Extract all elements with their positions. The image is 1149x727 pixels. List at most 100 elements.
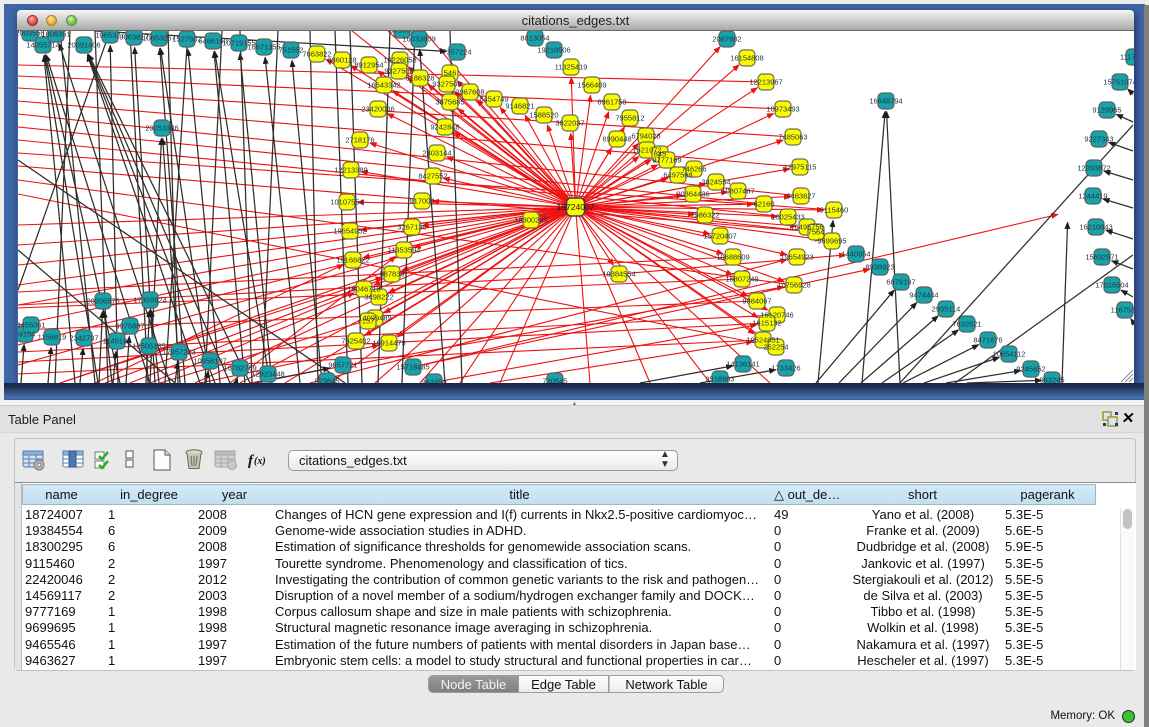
svg-text:62160: 62160 [754, 200, 775, 209]
svg-text:6497568: 6497568 [663, 171, 692, 180]
svg-text:18300295: 18300295 [514, 216, 547, 225]
svg-text:12213389: 12213389 [334, 166, 367, 175]
svg-text:8912954: 8912954 [354, 61, 383, 70]
svg-text:23420046: 23420046 [361, 105, 394, 114]
svg-text:9699695: 9699695 [817, 237, 846, 246]
svg-text:19166822: 19166822 [336, 256, 369, 265]
svg-text:15751074: 15751074 [1103, 78, 1134, 87]
svg-text:15807249: 15807249 [725, 275, 758, 284]
svg-text:16033809: 16033809 [402, 35, 435, 44]
svg-text:12923448: 12923448 [251, 370, 284, 379]
svg-text:917004: 917004 [409, 197, 434, 206]
svg-text:18724007: 18724007 [557, 202, 595, 212]
svg-text:10653267: 10653267 [142, 34, 175, 43]
svg-text:9242848: 9242848 [430, 123, 459, 132]
svg-text:3822037: 3822037 [555, 119, 584, 128]
svg-text:8427552: 8427552 [418, 172, 447, 181]
svg-text:4455061: 4455061 [18, 321, 46, 330]
svg-text:8813054: 8813054 [520, 34, 549, 43]
svg-text:39154: 39154 [18, 330, 35, 339]
svg-text:9245652: 9245652 [1016, 365, 1045, 374]
svg-text:3875685: 3875685 [435, 98, 464, 107]
svg-text:9463627: 9463627 [786, 192, 815, 201]
svg-text:1806351: 1806351 [41, 31, 70, 39]
svg-text:(x): (x) [254, 456, 266, 467]
svg-text:6961758: 6961758 [597, 98, 626, 107]
svg-text:7986322: 7986322 [690, 211, 719, 220]
svg-text:10025433: 10025433 [771, 213, 804, 222]
svg-text:29053346: 29053346 [145, 124, 178, 133]
svg-text:2803144: 2803144 [422, 149, 451, 158]
svg-text:12213967: 12213967 [749, 78, 782, 87]
svg-text:983245: 983245 [1039, 376, 1064, 384]
svg-text:10807487: 10807487 [721, 187, 754, 196]
svg-text:18226058: 18226058 [383, 56, 416, 65]
svg-text:12093872: 12093872 [1077, 164, 1110, 173]
svg-text:17016504: 17016504 [1095, 281, 1128, 290]
svg-text:11325419: 11325419 [555, 63, 588, 72]
svg-text:16210643: 16210643 [1079, 223, 1112, 232]
svg-text:9146821: 9146821 [505, 102, 534, 111]
svg-text:10107554: 10107554 [330, 198, 363, 207]
svg-text:9975887: 9975887 [115, 322, 144, 331]
svg-text:17359924: 17359924 [133, 296, 166, 305]
svg-text:6879197: 6879197 [886, 278, 915, 287]
svg-text:10973493: 10973493 [766, 105, 799, 114]
svg-text:16914479: 16914479 [372, 339, 405, 348]
svg-text:1145194: 1145194 [103, 337, 132, 346]
svg-text:546: 546 [444, 69, 457, 78]
svg-text:8471676: 8471676 [973, 336, 1002, 345]
svg-text:19218506: 19218506 [537, 46, 570, 55]
svg-text:9129965: 9129965 [1092, 106, 1121, 115]
svg-text:1733426: 1733426 [771, 364, 800, 373]
svg-text:751552: 751552 [278, 46, 303, 55]
svg-text:17957223: 17957223 [162, 348, 195, 357]
svg-text:9777169: 9777169 [652, 156, 681, 165]
svg-text:2718176: 2718176 [345, 136, 374, 145]
svg-text:10654112: 10654112 [993, 350, 1026, 359]
svg-text:15692971: 15692971 [1085, 253, 1118, 262]
svg-text:7564: 7564 [808, 228, 825, 237]
svg-text:1588520: 1588520 [529, 111, 558, 120]
svg-text:2342737: 2342737 [69, 334, 98, 343]
svg-text:9084067: 9084067 [742, 297, 771, 306]
svg-text:9227343: 9227343 [1084, 135, 1113, 144]
svg-text:20206576: 20206576 [86, 297, 119, 306]
svg-text:12975115: 12975115 [784, 163, 817, 172]
svg-text:1566409: 1566409 [577, 81, 606, 90]
svg-text:12505135: 12505135 [132, 342, 165, 351]
svg-text:9115460: 9115460 [820, 206, 849, 215]
svg-text:10756928: 10756928 [777, 281, 810, 290]
svg-text:10688609: 10688609 [716, 253, 749, 262]
svg-text:1117404: 1117404 [1120, 53, 1134, 62]
svg-text:19384554: 19384554 [602, 270, 635, 279]
svg-text:8860128: 8860128 [327, 56, 356, 65]
svg-text:1167533: 1167533 [1111, 306, 1134, 315]
svg-text:9518863: 9518863 [705, 375, 734, 384]
svg-text:19654923: 19654923 [780, 253, 813, 262]
svg-text:6794028: 6794028 [631, 132, 660, 141]
svg-text:16154808: 16154808 [730, 54, 763, 63]
svg-text:1440954: 1440954 [841, 250, 870, 259]
svg-text:19654952: 19654952 [333, 227, 366, 236]
svg-text:587833: 587833 [379, 270, 404, 279]
svg-text:14136141: 14136141 [726, 360, 759, 369]
svg-text:3498222: 3498222 [364, 293, 393, 302]
svg-text:1244419: 1244419 [1078, 192, 1107, 201]
svg-text:8186328: 8186328 [405, 74, 434, 83]
svg-text:10958107: 10958107 [193, 357, 226, 366]
svg-text:15720407: 15720407 [703, 232, 736, 241]
svg-text:20364436: 20364436 [676, 190, 709, 199]
svg-text:14055714: 14055714 [26, 41, 59, 50]
svg-text:252254: 252254 [763, 343, 788, 352]
svg-text:7625402: 7625402 [341, 337, 370, 346]
svg-text:7955812: 7955812 [615, 114, 644, 123]
svg-text:16543342: 16543342 [367, 81, 400, 90]
svg-text:3824554: 3824554 [701, 178, 730, 187]
svg-text:2087682: 2087682 [712, 35, 741, 44]
svg-text:1527602: 1527602 [172, 35, 201, 44]
svg-text:9474444: 9474444 [909, 291, 938, 300]
svg-text:7632621: 7632621 [952, 320, 981, 329]
svg-text:1156819: 1156819 [38, 333, 67, 342]
svg-text:11353594: 11353594 [388, 246, 421, 255]
